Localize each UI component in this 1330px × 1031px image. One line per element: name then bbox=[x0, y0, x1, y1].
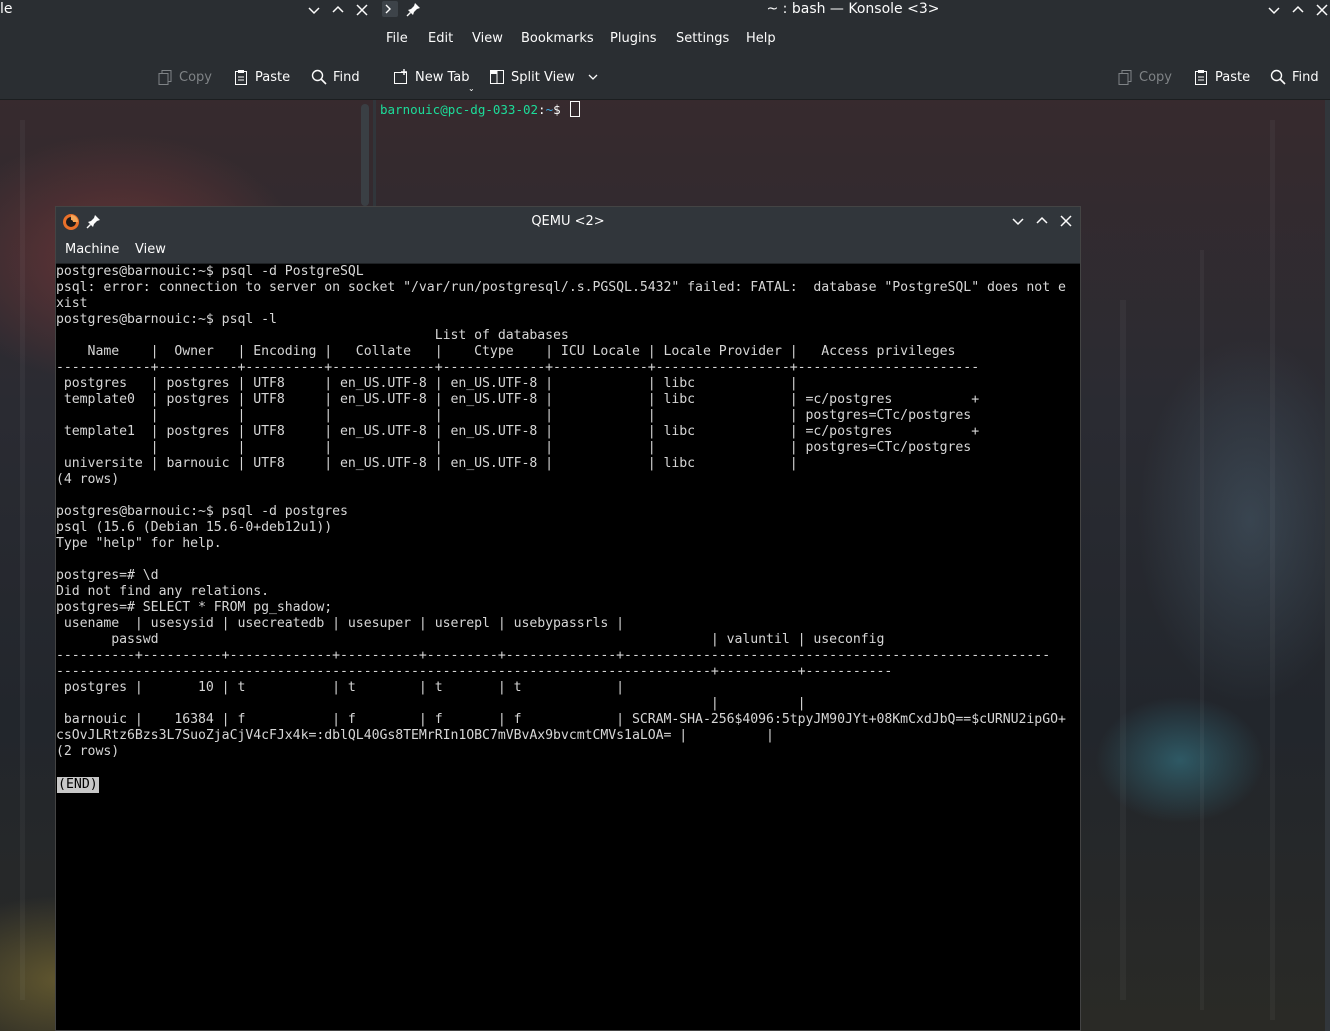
shell-prompt: barnouic@pc-dg-033-02:~$ bbox=[380, 101, 581, 117]
copy-button[interactable]: Copy bbox=[1117, 65, 1172, 89]
qemu-window: QEMU <2> Machine View postgres@barnouic:… bbox=[55, 206, 1081, 1031]
chevron-down-icon[interactable]: ⌄ bbox=[468, 84, 475, 93]
close-icon[interactable] bbox=[1314, 2, 1330, 18]
maximize-icon[interactable] bbox=[1290, 2, 1306, 18]
menu-file[interactable]: File bbox=[386, 31, 408, 46]
find-button[interactable]: Find bbox=[311, 65, 360, 89]
copy-icon bbox=[158, 70, 172, 85]
find-label: Find bbox=[333, 69, 360, 85]
find-button[interactable]: Find bbox=[1270, 65, 1319, 89]
new-tab-icon bbox=[394, 69, 407, 84]
new-tab-button[interactable]: New Tab bbox=[393, 65, 470, 89]
menu-machine[interactable]: Machine bbox=[65, 242, 119, 257]
qemu-menubar: Machine View bbox=[56, 236, 1080, 264]
prompt-symbol: $ bbox=[553, 102, 569, 117]
search-icon bbox=[311, 69, 327, 85]
prompt-user-host: barnouic@pc-dg-033-02 bbox=[380, 102, 539, 117]
copy-label: Copy bbox=[179, 69, 212, 85]
konsole-menubar: File Edit View Bookmarks Plugins Setting… bbox=[376, 20, 1330, 58]
close-icon[interactable] bbox=[1058, 213, 1074, 229]
pager-end-marker: (END) bbox=[57, 777, 99, 793]
menu-edit[interactable]: Edit bbox=[428, 31, 453, 46]
maximize-icon[interactable] bbox=[330, 2, 346, 18]
split-view-button[interactable]: Split View bbox=[489, 65, 599, 89]
qemu-titlebar[interactable]: QEMU <2> bbox=[56, 207, 1080, 236]
konsole-scrollbar[interactable] bbox=[1325, 100, 1330, 1031]
left-window-titlebar[interactable]: le bbox=[0, 0, 376, 20]
konsole-toolbar: New Tab ⌄ Split View Copy Paste Find bbox=[376, 58, 1330, 100]
konsole-title: ~ : bash — Konsole <3> bbox=[766, 1, 940, 17]
minimize-icon[interactable] bbox=[306, 2, 322, 18]
konsole-titlebar[interactable]: ~ : bash — Konsole <3> bbox=[376, 0, 1330, 20]
menu-plugins[interactable]: Plugins bbox=[610, 31, 657, 46]
text-cursor bbox=[570, 101, 581, 117]
paste-icon bbox=[235, 70, 247, 85]
find-label: Find bbox=[1292, 69, 1319, 85]
close-icon[interactable] bbox=[354, 2, 370, 18]
split-view-label: Split View bbox=[511, 69, 575, 85]
vm-console-output: postgres@barnouic:~$ psql -d PostgreSQL … bbox=[56, 264, 1066, 759]
menu-bookmarks[interactable]: Bookmarks bbox=[521, 31, 594, 46]
left-terminal-scrollbar[interactable] bbox=[361, 104, 369, 206]
minimize-icon[interactable] bbox=[1266, 2, 1282, 18]
chevron-down-icon[interactable] bbox=[587, 71, 599, 83]
menu-view[interactable]: View bbox=[472, 31, 503, 46]
minimize-icon[interactable] bbox=[1010, 213, 1026, 229]
menu-settings[interactable]: Settings bbox=[676, 31, 729, 46]
left-window-title: le bbox=[0, 1, 13, 17]
copy-button[interactable]: Copy bbox=[157, 65, 212, 89]
paste-label: Paste bbox=[1215, 69, 1251, 85]
copy-label: Copy bbox=[1139, 69, 1172, 85]
new-tab-label: New Tab bbox=[415, 69, 470, 85]
paste-label: Paste bbox=[255, 69, 291, 85]
split-view-icon bbox=[490, 70, 504, 84]
prompt-path: ~ bbox=[545, 102, 554, 117]
menu-view[interactable]: View bbox=[135, 242, 166, 257]
left-window-toolbar: Copy Paste Find bbox=[0, 20, 376, 100]
paste-button[interactable]: Paste bbox=[233, 65, 290, 89]
paste-icon bbox=[1195, 70, 1207, 85]
maximize-icon[interactable] bbox=[1034, 213, 1050, 229]
menu-help[interactable]: Help bbox=[746, 31, 776, 46]
paste-button[interactable]: Paste bbox=[1193, 65, 1250, 89]
copy-icon bbox=[1118, 70, 1132, 85]
prompt-separator: : bbox=[538, 102, 546, 117]
qemu-title: QEMU <2> bbox=[531, 214, 605, 229]
vm-console-screen[interactable]: postgres@barnouic:~$ psql -d PostgreSQL … bbox=[56, 264, 1080, 1030]
search-icon bbox=[1270, 69, 1286, 85]
